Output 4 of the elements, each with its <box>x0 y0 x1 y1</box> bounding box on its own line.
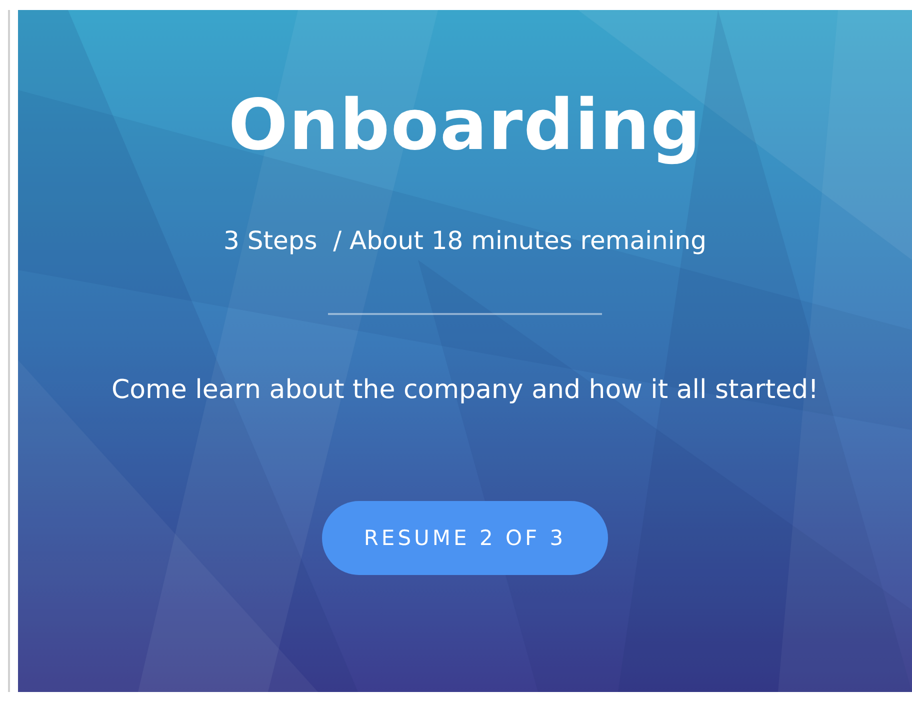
card-title: Onboarding <box>228 83 702 168</box>
resume-button[interactable]: RESUME 2 OF 3 <box>322 500 608 574</box>
progress-text: 3 Steps / About 18 minutes remaining <box>223 226 707 254</box>
description-text: Come learn about the company and how it all started! <box>112 374 818 404</box>
